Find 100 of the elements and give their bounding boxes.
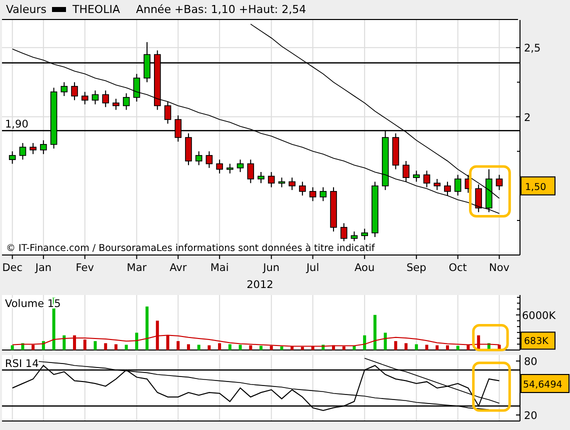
symbol-name: THEOLIA bbox=[72, 3, 120, 16]
candlestick bbox=[288, 177, 296, 191]
volume-bar bbox=[62, 335, 66, 350]
candlestick bbox=[133, 73, 140, 102]
volume-bar bbox=[73, 335, 76, 350]
candlestick bbox=[40, 140, 47, 155]
candlestick bbox=[216, 159, 223, 174]
volume-bar bbox=[135, 332, 138, 350]
candlestick bbox=[206, 150, 213, 168]
legend-label: Valeurs bbox=[6, 3, 46, 16]
candlestick bbox=[258, 172, 264, 184]
candlestick bbox=[382, 130, 389, 191]
candlestick bbox=[475, 184, 482, 213]
candlestick bbox=[81, 91, 88, 105]
month-label: Nov bbox=[489, 262, 510, 274]
candlestick bbox=[236, 159, 244, 173]
candlestick bbox=[278, 177, 286, 188]
candlestick bbox=[372, 181, 378, 238]
year-range-text: Année +Bas: 1,10 +Haut: 2,54 bbox=[136, 3, 306, 16]
candlestick bbox=[164, 101, 172, 124]
candlestick bbox=[144, 42, 150, 83]
volume-bar bbox=[414, 344, 418, 350]
candlestick bbox=[71, 82, 78, 101]
volume-bar bbox=[238, 344, 242, 350]
axis-label: 2,5 bbox=[524, 42, 541, 55]
candlestick bbox=[486, 168, 492, 213]
month-label: Mai bbox=[210, 262, 229, 274]
month-label: Dec bbox=[2, 262, 23, 274]
candlestick bbox=[195, 150, 202, 166]
candlestick bbox=[464, 174, 472, 194]
volume-bar bbox=[404, 343, 408, 350]
candlestick bbox=[299, 181, 306, 196]
volume-bar bbox=[124, 344, 128, 350]
axis-label: 2 bbox=[524, 112, 531, 124]
axis-label: 80 bbox=[524, 356, 538, 368]
candlestick bbox=[340, 222, 348, 242]
month-label: Avr bbox=[170, 262, 187, 274]
candlestick bbox=[60, 82, 68, 97]
volume-bar bbox=[228, 344, 232, 350]
candlestick bbox=[19, 142, 26, 160]
volume-bar bbox=[197, 344, 200, 350]
volume-bar bbox=[332, 345, 336, 350]
candlestick bbox=[102, 90, 109, 108]
candlestick bbox=[454, 174, 462, 196]
candlestick bbox=[423, 170, 430, 188]
volume-bar bbox=[166, 335, 170, 350]
candlestick bbox=[444, 181, 451, 196]
volume-bar bbox=[260, 346, 262, 350]
candlestick bbox=[122, 92, 130, 110]
highlight-frame bbox=[472, 324, 509, 352]
volume-bar bbox=[352, 346, 356, 350]
candlestick bbox=[226, 163, 234, 174]
volume-bar bbox=[342, 346, 346, 350]
volume-bar bbox=[466, 344, 470, 350]
candlestick bbox=[174, 114, 182, 142]
month-label: Jun bbox=[263, 262, 280, 274]
volume-bar bbox=[498, 344, 501, 350]
candlestick bbox=[320, 186, 327, 202]
month-label: Jan bbox=[35, 262, 52, 274]
highlight-frame bbox=[469, 165, 511, 218]
volume-bar bbox=[394, 341, 398, 350]
candlestick bbox=[330, 186, 337, 232]
candlestick bbox=[413, 170, 420, 182]
month-label: Mar bbox=[126, 262, 147, 274]
legend-swatch-icon bbox=[52, 7, 66, 12]
volume-bar bbox=[436, 345, 439, 350]
volume-bar bbox=[384, 332, 387, 350]
candlestick bbox=[402, 160, 410, 182]
month-label: Oct bbox=[448, 262, 467, 274]
candlestick bbox=[154, 50, 161, 110]
year-label: 2012 bbox=[246, 279, 274, 291]
candlestick bbox=[496, 174, 503, 191]
volume-bar bbox=[280, 346, 284, 350]
volume-bar bbox=[32, 344, 35, 350]
candlestick bbox=[50, 87, 58, 150]
level-label: 1,90 bbox=[5, 118, 28, 131]
volume-bar bbox=[218, 343, 222, 350]
candlestick bbox=[185, 132, 192, 166]
volume-bar bbox=[114, 344, 118, 350]
volume-bar bbox=[249, 345, 252, 350]
volume-bar bbox=[94, 341, 97, 350]
candlestick bbox=[8, 150, 16, 164]
volume-bar bbox=[311, 346, 314, 350]
volume-bar bbox=[487, 343, 490, 350]
month-label: Fev bbox=[76, 262, 94, 274]
last-value-text: 54,6494 bbox=[523, 380, 562, 390]
highlight-frame bbox=[472, 362, 511, 412]
candlestick bbox=[434, 178, 441, 191]
candlestick bbox=[247, 159, 254, 184]
volume-bar bbox=[42, 341, 45, 350]
volume-bar bbox=[456, 346, 460, 350]
volume-bar bbox=[363, 335, 366, 350]
volume-bar bbox=[186, 344, 190, 350]
candlestick bbox=[350, 231, 358, 242]
last-value-text: 1,50 bbox=[525, 182, 546, 193]
volume-bar bbox=[300, 346, 304, 350]
volume-bar bbox=[10, 345, 14, 350]
copyright-text: © IT-Finance.com / BoursoramaLes informations sont données à titre indicatif bbox=[6, 243, 375, 254]
volume-bar bbox=[104, 343, 108, 350]
axis-label: 20 bbox=[524, 410, 538, 422]
